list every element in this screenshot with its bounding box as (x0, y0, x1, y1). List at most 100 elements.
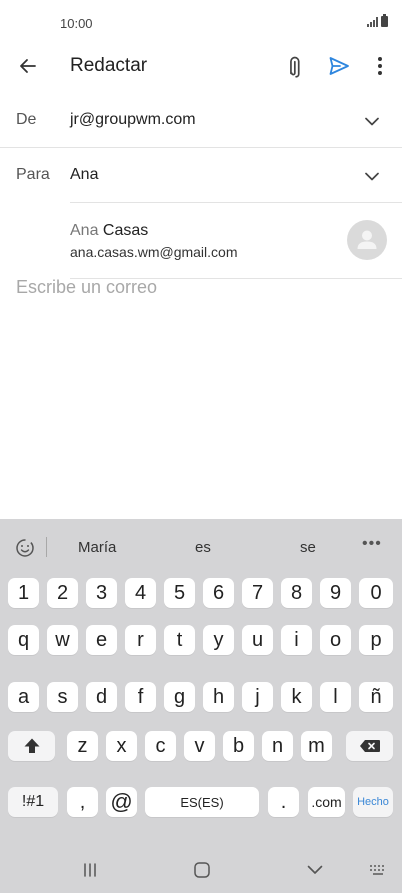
key[interactable]: k (281, 682, 312, 712)
person-icon (357, 230, 377, 249)
attach-button[interactable] (278, 52, 306, 80)
key[interactable]: 7 (242, 578, 273, 608)
key[interactable]: a (8, 682, 39, 712)
key[interactable]: j (242, 682, 273, 712)
to-label: Para (16, 166, 50, 183)
key[interactable]: b (223, 731, 254, 761)
to-input[interactable]: Ana (70, 166, 98, 184)
key[interactable]: n (262, 731, 293, 761)
key[interactable]: t (164, 625, 195, 655)
more-vertical-icon (378, 57, 382, 75)
suggestion-email: ana.casas.wm@gmail.com (70, 244, 238, 260)
send-button[interactable] (325, 52, 353, 80)
shift-icon (24, 738, 39, 753)
period-key[interactable]: . (268, 787, 299, 817)
chevron-down-icon (365, 172, 379, 180)
from-value[interactable]: jr@groupwm.com (70, 111, 196, 129)
chevron-down-icon (307, 865, 323, 874)
more-options-button[interactable] (366, 52, 394, 80)
home-icon (194, 862, 210, 878)
space-key[interactable]: ES(ES) (145, 787, 259, 817)
more-horizontal-icon[interactable]: ••• (362, 535, 382, 553)
suggestion-name-rest: Casas (102, 222, 149, 239)
key[interactable]: o (320, 625, 351, 655)
key[interactable]: z (67, 731, 98, 761)
key[interactable]: 5 (164, 578, 195, 608)
key[interactable]: ñ (359, 682, 393, 712)
done-key[interactable]: Hecho (353, 787, 393, 817)
key[interactable]: 9 (320, 578, 351, 608)
key[interactable]: r (125, 625, 156, 655)
divider (0, 147, 402, 148)
status-bar: 10:00 (0, 0, 402, 48)
backspace-key[interactable] (346, 731, 393, 761)
to-dropdown-button[interactable] (360, 164, 384, 188)
home-button[interactable] (190, 858, 214, 882)
key[interactable]: e (86, 625, 117, 655)
key[interactable]: w (47, 625, 78, 655)
key[interactable]: 2 (47, 578, 78, 608)
battery-icon (381, 14, 388, 27)
recent-apps-icon (84, 863, 96, 877)
signal-icon (367, 17, 378, 27)
at-key[interactable]: @ (106, 787, 137, 817)
key[interactable]: g (164, 682, 195, 712)
symbols-key[interactable]: !#1 (8, 787, 58, 817)
key[interactable]: 3 (86, 578, 117, 608)
navigation-bar (0, 846, 402, 893)
key[interactable]: 4 (125, 578, 156, 608)
keyboard-icon (370, 865, 384, 875)
key[interactable]: f (125, 682, 156, 712)
keyboard-suggestion[interactable]: María (78, 539, 116, 556)
toolbar-separator (46, 537, 47, 557)
page-title: Redactar (70, 55, 148, 76)
recent-apps-button[interactable] (78, 858, 102, 882)
status-icons (367, 14, 388, 27)
from-dropdown-button[interactable] (360, 109, 384, 133)
shift-key[interactable] (8, 731, 55, 761)
keyboard-toolbar: María es se ••• (0, 519, 402, 575)
key[interactable]: m (301, 731, 332, 761)
back-button[interactable] (14, 52, 42, 80)
key[interactable]: d (86, 682, 117, 712)
chevron-down-icon (365, 117, 379, 125)
suggestion-name: Ana Casas (70, 222, 148, 240)
paperclip-icon (290, 56, 300, 78)
keyboard-switch-button[interactable] (366, 858, 390, 882)
key[interactable]: c (145, 731, 176, 761)
from-field[interactable]: De jr@groupwm.com (0, 94, 402, 148)
key[interactable]: h (203, 682, 234, 712)
from-label: De (16, 111, 37, 128)
comma-key[interactable]: , (67, 787, 98, 817)
key[interactable]: u (242, 625, 273, 655)
divider (70, 202, 402, 203)
to-field[interactable]: Para Ana (0, 149, 402, 203)
backspace-icon (359, 740, 380, 752)
arrow-left-icon (20, 59, 36, 73)
key[interactable]: v (184, 731, 215, 761)
back-nav-button[interactable] (303, 858, 327, 882)
keyboard-suggestion[interactable]: se (300, 539, 316, 556)
key[interactable]: l (320, 682, 351, 712)
key[interactable]: 1 (8, 578, 39, 608)
key[interactable]: y (203, 625, 234, 655)
key[interactable]: p (359, 625, 393, 655)
dotcom-key[interactable]: .com (308, 787, 345, 817)
key[interactable]: i (281, 625, 312, 655)
status-time: 10:00 (60, 16, 93, 31)
app-bar: Redactar (0, 44, 402, 88)
emoji-icon (16, 539, 34, 557)
key[interactable]: x (106, 731, 137, 761)
key[interactable]: q (8, 625, 39, 655)
key[interactable]: 0 (359, 578, 393, 608)
compose-body-input[interactable]: Escribe un correo (16, 277, 386, 301)
keyboard-suggestion[interactable]: es (195, 539, 211, 556)
send-icon (329, 57, 349, 75)
emoji-button[interactable] (12, 535, 38, 561)
contact-suggestion[interactable]: Ana Casas ana.casas.wm@gmail.com (0, 206, 402, 278)
suggestion-name-match: Ana (70, 222, 99, 239)
key[interactable]: 6 (203, 578, 234, 608)
key[interactable]: 8 (281, 578, 312, 608)
keyboard: María es se ••• 1 2 3 4 5 6 7 8 9 0 q w … (0, 519, 402, 893)
key[interactable]: s (47, 682, 78, 712)
